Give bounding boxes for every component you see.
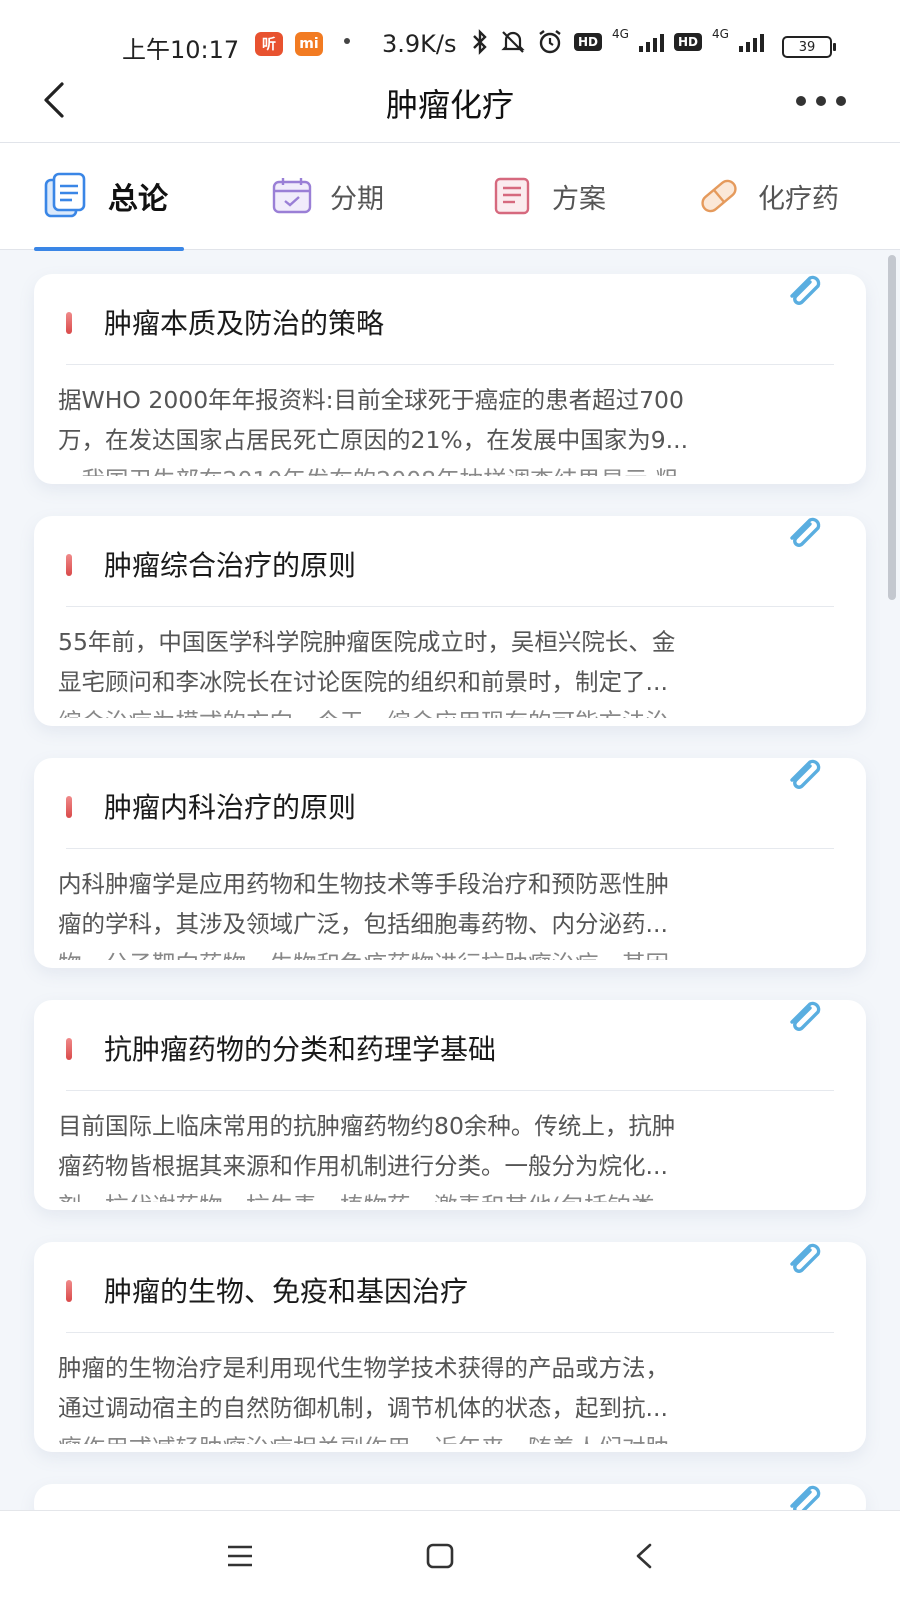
scrollbar[interactable] — [888, 255, 896, 600]
divider — [66, 364, 834, 365]
divider — [66, 848, 834, 849]
more-dot-icon — [816, 96, 826, 106]
title-marker — [66, 554, 72, 576]
tab-label: 分期 — [330, 183, 384, 215]
back-arrow-icon — [636, 1543, 652, 1569]
excerpt-line: 据WHO 2000年年报资料:目前全球死于癌症的患者超过700 — [58, 386, 684, 414]
more-dot-icon — [836, 96, 846, 106]
tab-overview[interactable]: 总论 — [40, 143, 168, 249]
mi-app-icon: mi — [295, 32, 323, 56]
article-excerpt: 内科肿瘤学是应用药物和生物技术等手段治疗和预防恶性肿 瘤的学科，其涉及领域广泛，… — [58, 864, 836, 960]
article-list: 肿瘤本质及防治的策略 据WHO 2000年年报资料:目前全球死于癌症的患者超过7… — [0, 250, 900, 1510]
article-card[interactable]: 抗肿瘤药物的分类和药理学基础 目前国际上临床常用的抗肿瘤药物约80余种。传统上，… — [34, 1000, 866, 1210]
article-card-partial[interactable] — [34, 1484, 866, 1510]
article-title: 肿瘤内科治疗的原则 — [104, 791, 357, 824]
paperclip-icon — [790, 1485, 821, 1510]
status-icons: HD 4G HD 4G — [470, 27, 764, 56]
excerpt-line: 万，在发达国家占居民死亡原因的21%，在发展中国家为9... — [58, 426, 689, 454]
article-title: 肿瘤综合治疗的原则 — [104, 549, 357, 582]
calendar-icon — [272, 178, 312, 214]
network-type-label: 4G — [612, 27, 629, 41]
home-button[interactable] — [414, 1533, 466, 1579]
title-marker — [66, 1038, 72, 1060]
excerpt-line: 肿瘤的生物治疗是利用现代生物学技术获得的产品或方法， — [58, 1354, 669, 1382]
article-excerpt: 55年前，中国医学科学院肿瘤医院成立时，吴桓兴院长、金 显宅顾问和李冰院长在讨论… — [58, 622, 836, 718]
title-marker — [66, 1280, 72, 1302]
excerpt-line: ，我国卫生部在2010年发布的2008年抽样调查结果显示,粗 — [58, 460, 836, 476]
article-card[interactable]: 肿瘤综合治疗的原则 55年前，中国医学科学院肿瘤医院成立时，吴桓兴院长、金 显宅… — [34, 516, 866, 726]
listen-app-icon: 听 — [255, 32, 283, 56]
article-excerpt: 据WHO 2000年年报资料:目前全球死于癌症的患者超过700 万，在发达国家占… — [58, 380, 836, 476]
paperclip-icon — [790, 517, 821, 547]
tab-label: 方案 — [552, 183, 606, 215]
excerpt-line: 物、分子靶向药物、生物和免疫药物进行抗肿瘤治疗，甚因 — [58, 944, 836, 960]
title-marker — [66, 796, 72, 818]
article-card[interactable]: 肿瘤的生物、免疫和基因治疗 肿瘤的生物治疗是利用现代生物学技术获得的产品或方法，… — [34, 1242, 866, 1452]
excerpt-line: 目前国际上临床常用的抗肿瘤药物约80余种。传统上，抗肿 — [58, 1112, 676, 1140]
battery-icon: 39 — [782, 36, 836, 58]
tab-label: 总论 — [108, 182, 168, 217]
scroll-document-icon — [494, 177, 530, 215]
home-square-icon — [426, 1543, 454, 1569]
mute-bell-icon — [501, 31, 525, 53]
article-card[interactable]: 肿瘤本质及防治的策略 据WHO 2000年年报资料:目前全球死于癌症的患者超过7… — [34, 274, 866, 484]
hd-voice-badge-2: HD — [673, 33, 702, 51]
article-title: 肿瘤本质及防治的策略 — [104, 307, 385, 340]
tab-regimen[interactable]: 方案 — [490, 143, 606, 249]
tab-bar: 总论 分期 方案 化疗药 — [0, 143, 900, 251]
more-dot-icon — [796, 96, 806, 106]
notification-dot-icon — [344, 38, 350, 44]
title-marker — [66, 312, 72, 334]
document-icon — [44, 172, 86, 218]
signal-icon — [638, 32, 664, 52]
paperclip-icon — [790, 275, 821, 305]
divider — [66, 1090, 834, 1091]
tab-label: 化疗药 — [758, 183, 839, 215]
divider — [66, 1332, 834, 1333]
network-type-label-2: 4G — [711, 27, 729, 41]
excerpt-line: 瘤作用或减轻肿瘤治疗相关副作用。近年来，随着人们对肿 — [58, 1428, 836, 1444]
excerpt-line: 通过调动宿主的自然防御机制，调节机体的状态，起到抗... — [58, 1394, 668, 1422]
divider — [66, 606, 834, 607]
app-header: 肿瘤化疗 — [0, 60, 900, 143]
article-excerpt: 目前国际上临床常用的抗肿瘤药物约80余种。传统上，抗肿 瘤药物皆根据其来源和作用… — [58, 1106, 836, 1202]
paperclip-icon — [790, 1001, 821, 1031]
excerpt-line: 内科肿瘤学是应用药物和生物技术等手段治疗和预防恶性肿 — [58, 870, 669, 898]
capsule-icon — [701, 179, 737, 213]
paperclip-icon — [790, 759, 821, 789]
paperclip-icon — [790, 1243, 821, 1273]
excerpt-line: 剂、抗代谢药物、抗生素、植物药、激素和其他(包括铂类 — [58, 1186, 836, 1202]
system-back-button[interactable] — [618, 1533, 670, 1579]
excerpt-line: 55年前，中国医学科学院肿瘤医院成立时，吴桓兴院长、金 — [58, 628, 676, 656]
menu-button[interactable] — [214, 1533, 266, 1579]
signal-icon-2 — [738, 32, 764, 52]
article-title: 肿瘤的生物、免疫和基因治疗 — [104, 1275, 469, 1308]
system-navigation-bar — [0, 1510, 900, 1601]
article-title: 抗肿瘤药物的分类和药理学基础 — [104, 1033, 497, 1066]
article-excerpt: 肿瘤的生物治疗是利用现代生物学技术获得的产品或方法， 通过调动宿主的自然防御机制… — [58, 1348, 836, 1444]
excerpt-line: 瘤的学科，其涉及领域广泛，包括细胞毒药物、内分泌药... — [58, 910, 668, 938]
excerpt-line: 综合治疗为模式的方向，今天，综合应用现有的可能方法治 — [58, 702, 836, 718]
tab-chemo-drugs[interactable]: 化疗药 — [696, 143, 839, 249]
bluetooth-icon — [473, 29, 487, 55]
article-card[interactable]: 肿瘤内科治疗的原则 内科肿瘤学是应用药物和生物技术等手段治疗和预防恶性肿 瘤的学… — [34, 758, 866, 968]
network-speed: 3.9K/s — [382, 30, 457, 58]
more-options-button[interactable] — [796, 88, 866, 114]
excerpt-line: 显宅顾问和李冰院长在讨论医院的组织和前景时，制定了... — [58, 668, 668, 696]
excerpt-line: 瘤药物皆根据其来源和作用机制进行分类。一般分为烷化... — [58, 1152, 668, 1180]
page-title: 肿瘤化疗 — [385, 86, 514, 124]
menu-icon — [228, 1545, 252, 1567]
hd-voice-badge: HD — [574, 33, 603, 51]
tab-staging[interactable]: 分期 — [270, 143, 384, 249]
alarm-clock-icon — [539, 30, 561, 54]
